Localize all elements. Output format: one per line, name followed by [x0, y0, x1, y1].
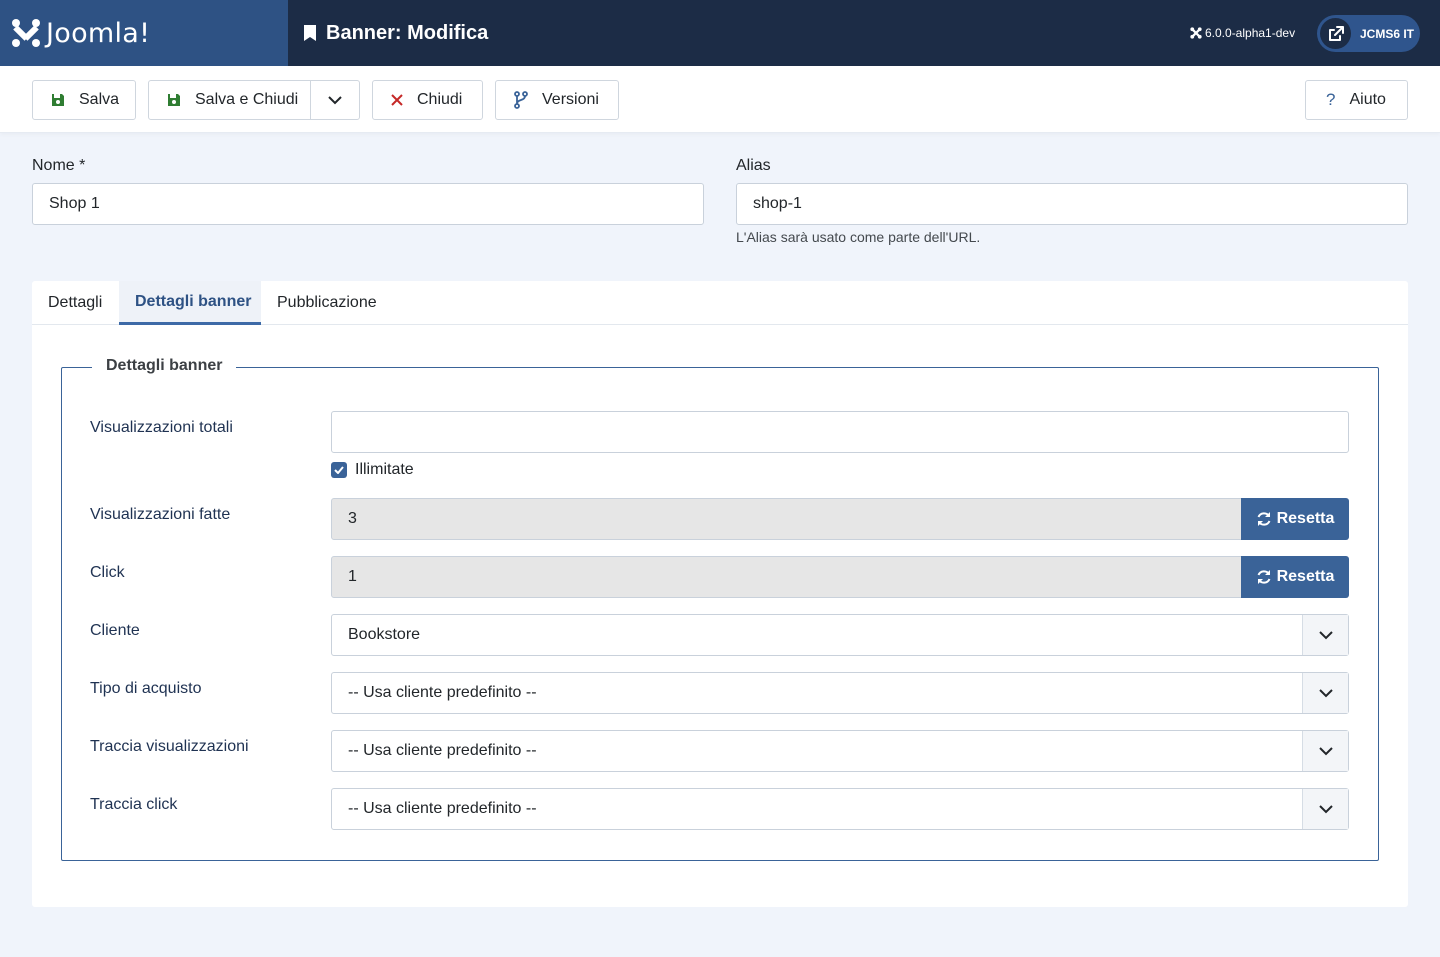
save-button[interactable]: Salva — [32, 80, 136, 120]
close-icon — [391, 94, 403, 106]
version-text: 6.0.0-alpha1-dev — [1205, 26, 1296, 40]
chevron-down-icon — [1302, 615, 1348, 655]
save-options-dropdown[interactable] — [310, 81, 359, 119]
version-info: 6.0.0-alpha1-dev — [1190, 0, 1295, 66]
save-label: Salva — [79, 91, 120, 108]
track-clicks-label: Traccia click — [90, 796, 178, 813]
track-impressions-label: Traccia visualizzazioni — [90, 738, 249, 755]
reset-clicks-button[interactable]: Resetta — [1241, 556, 1349, 598]
tab-banner-details[interactable]: Dettagli banner — [119, 281, 261, 325]
close-label: Chiudi — [417, 91, 463, 108]
impressions-made-input: 3 — [331, 498, 1242, 540]
edit-card: Dettagli Dettagli banner Pubblicazione D… — [32, 281, 1408, 907]
alias-hint: L'Alias sarà usato come parte dell'URL. — [736, 229, 981, 245]
purchase-type-select[interactable]: -- Usa cliente predefinito -- — [331, 672, 1349, 714]
versions-label: Versioni — [542, 91, 599, 108]
reset-label: Resetta — [1276, 568, 1335, 585]
track-impressions-select[interactable]: -- Usa cliente predefinito -- — [331, 730, 1349, 772]
track-clicks-select[interactable]: -- Usa cliente predefinito -- — [331, 788, 1349, 830]
check-icon — [334, 466, 344, 474]
chevron-down-icon — [328, 95, 342, 104]
impressions-made-label: Visualizzazioni fatte — [90, 506, 231, 523]
save-close-button[interactable]: Salva e Chiudi — [148, 80, 360, 120]
total-impressions-label: Visualizzazioni totali — [90, 419, 233, 436]
site-name: JCMS6 IT — [1360, 26, 1415, 41]
reset-impressions-button[interactable]: Resetta — [1241, 498, 1349, 540]
chevron-down-icon — [1302, 789, 1348, 829]
banner-details-fieldset: Dettagli banner Visualizzazioni totali I… — [61, 357, 1379, 861]
versions-button[interactable]: Versioni — [495, 80, 619, 120]
client-select[interactable]: Bookstore — [331, 614, 1349, 656]
header-bar: Joomla! Banner: Modifica 6.0.0-alpha1-de… — [0, 0, 1440, 66]
reset-label: Resetta — [1276, 510, 1335, 527]
joomla-small-icon — [1190, 27, 1202, 39]
tab-details[interactable]: Dettagli — [32, 281, 119, 325]
unlimited-checkbox[interactable] — [331, 462, 347, 478]
client-label: Cliente — [90, 622, 140, 639]
chevron-down-icon — [1302, 673, 1348, 713]
refresh-icon — [1257, 570, 1271, 584]
fieldset-legend: Dettagli banner — [92, 357, 237, 375]
client-selected-value: Bookstore — [348, 626, 421, 643]
unlimited-label: Illimitate — [355, 461, 414, 478]
name-input[interactable]: Shop 1 — [32, 183, 704, 225]
code-branch-icon — [514, 91, 528, 109]
alias-label: Alias — [736, 157, 771, 174]
track-clicks-selected-value: -- Usa cliente predefinito -- — [348, 800, 537, 817]
logo-text: Joomla! — [46, 17, 151, 49]
toolbar: Salva Salva e Chiudi Chiudi Versioni ? A… — [0, 66, 1440, 133]
bookmark-icon — [304, 25, 316, 41]
save-icon — [168, 94, 180, 106]
close-button[interactable]: Chiudi — [372, 80, 483, 120]
purchase-type-selected-value: -- Usa cliente predefinito -- — [348, 684, 537, 701]
clicks-label: Click — [90, 564, 125, 581]
page-title-text: Banner: Modifica — [326, 21, 489, 44]
purchase-type-label: Tipo di acquisto — [90, 680, 202, 697]
tab-publishing[interactable]: Pubblicazione — [261, 281, 393, 325]
logo[interactable]: Joomla! — [0, 0, 288, 66]
page-title: Banner: Modifica — [303, 0, 488, 66]
name-label: Nome * — [32, 157, 86, 174]
external-link-icon — [1320, 18, 1351, 49]
refresh-icon — [1257, 512, 1271, 526]
alias-input[interactable]: shop-1 — [736, 183, 1408, 225]
joomla-logo-icon — [12, 19, 40, 47]
help-button[interactable]: ? Aiuto — [1305, 80, 1408, 120]
total-impressions-input[interactable] — [331, 411, 1349, 453]
save-close-label: Salva e Chiudi — [195, 91, 299, 108]
question-icon: ? — [1326, 90, 1336, 109]
tab-bar: Dettagli Dettagli banner Pubblicazione — [32, 281, 1408, 325]
unlimited-checkbox-row[interactable]: Illimitate — [331, 461, 414, 479]
view-site-button[interactable]: JCMS6 IT — [1317, 15, 1420, 52]
chevron-down-icon — [1302, 731, 1348, 771]
clicks-input: 1 — [331, 556, 1242, 598]
track-impressions-selected-value: -- Usa cliente predefinito -- — [348, 742, 537, 759]
save-icon — [52, 94, 64, 106]
help-label: Aiuto — [1349, 91, 1386, 108]
